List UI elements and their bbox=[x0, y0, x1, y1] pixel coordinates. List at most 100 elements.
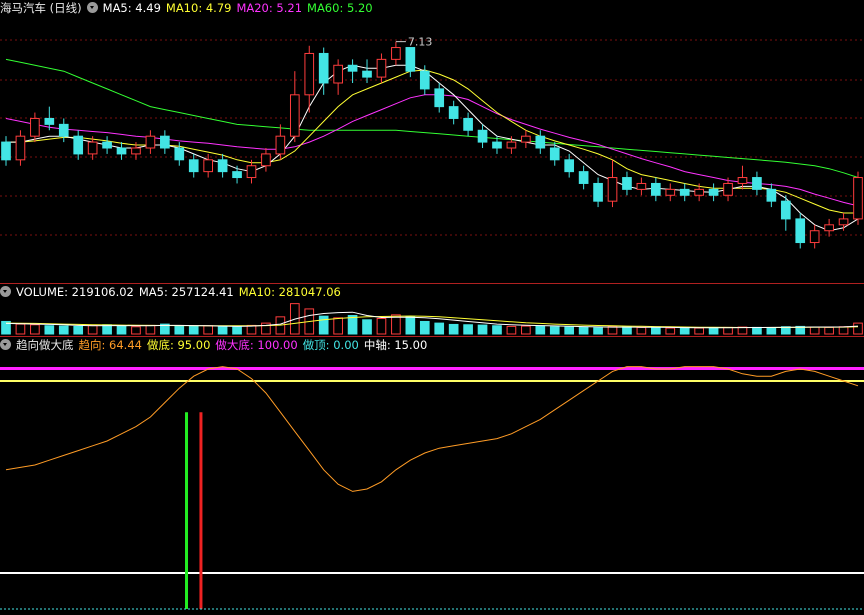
candle-body bbox=[809, 230, 820, 244]
volume-bar bbox=[15, 323, 26, 335]
candle-body bbox=[116, 147, 127, 155]
volume-bar bbox=[506, 325, 517, 335]
volume-chart bbox=[1, 303, 863, 335]
volume-bar bbox=[448, 323, 459, 335]
volume-bar bbox=[708, 327, 719, 335]
volume-bar bbox=[679, 327, 690, 335]
volume-bar bbox=[549, 326, 560, 335]
candle-body bbox=[824, 224, 834, 232]
volume-bar bbox=[838, 326, 849, 335]
volume-bar bbox=[521, 325, 531, 335]
volume-bar bbox=[30, 324, 40, 335]
volume-bar bbox=[318, 315, 329, 335]
volume-bar bbox=[362, 319, 372, 335]
volume-bar bbox=[564, 326, 575, 335]
volume-bar bbox=[347, 315, 358, 335]
candle-body bbox=[752, 177, 762, 190]
volume-bar bbox=[87, 324, 98, 335]
candle-body bbox=[318, 52, 329, 84]
candle-body bbox=[636, 182, 647, 190]
candle-body bbox=[723, 182, 733, 196]
candle-body bbox=[333, 64, 343, 84]
candle-body bbox=[679, 188, 690, 196]
candle-body bbox=[434, 88, 445, 108]
candle-body bbox=[246, 165, 257, 179]
candle-body bbox=[506, 141, 517, 149]
volume-ma5-line bbox=[5, 311, 859, 329]
candle-body bbox=[261, 153, 271, 167]
candle-body bbox=[145, 135, 156, 149]
candle-body bbox=[521, 135, 531, 143]
volume-bar bbox=[217, 326, 228, 335]
volume-bar bbox=[752, 326, 762, 335]
candle-body bbox=[304, 52, 315, 96]
candle-body bbox=[622, 177, 632, 190]
volume-bar bbox=[622, 326, 632, 335]
candle-body bbox=[203, 159, 214, 173]
candle-body bbox=[419, 70, 430, 90]
candle-body bbox=[232, 171, 242, 179]
candle-body bbox=[1, 141, 11, 161]
volume-bar bbox=[405, 316, 416, 335]
candle-body bbox=[492, 141, 502, 149]
volume-bar bbox=[116, 325, 127, 335]
candle-body bbox=[477, 129, 488, 143]
volume-bar bbox=[578, 326, 589, 335]
volume-panel: VOLUME: 219106.02 MA5: 257124.41 MA10: 281… bbox=[0, 284, 864, 336]
candle-body bbox=[188, 159, 199, 173]
candle-body bbox=[665, 188, 676, 196]
candle-body bbox=[30, 117, 40, 137]
volume-bar bbox=[145, 324, 156, 335]
candle-body bbox=[708, 188, 719, 196]
volume-bar bbox=[593, 327, 603, 335]
volume-bar bbox=[766, 327, 777, 335]
candle-body bbox=[766, 188, 777, 202]
candle-body bbox=[463, 117, 473, 131]
volume-bar bbox=[636, 326, 647, 335]
candle-body bbox=[160, 135, 170, 149]
candle-body bbox=[607, 177, 618, 202]
candle-body bbox=[102, 141, 112, 149]
indicator-panel: 趋向做大底 趋向: 64.44 做底: 95.00 做大底: 100.00 做顶: 0.… bbox=[0, 337, 864, 615]
candle-body bbox=[362, 70, 372, 78]
candle-body bbox=[73, 135, 84, 155]
high-label: 7.13 bbox=[408, 36, 433, 49]
candle-body bbox=[780, 200, 791, 220]
volume-bar bbox=[131, 326, 141, 335]
candle-body bbox=[564, 159, 575, 173]
candle-body bbox=[448, 106, 459, 119]
volume-bar bbox=[492, 325, 502, 335]
candle-body bbox=[376, 58, 387, 78]
candle-body bbox=[391, 47, 401, 60]
candle-body bbox=[694, 188, 704, 196]
volume-bar bbox=[535, 325, 546, 335]
candle-body bbox=[650, 182, 661, 196]
candle-body bbox=[58, 123, 69, 137]
price-chart: 7.13 bbox=[0, 36, 864, 249]
volume-bar bbox=[824, 326, 834, 335]
volume-bar bbox=[174, 325, 185, 335]
candle-body bbox=[593, 182, 603, 202]
volume-bar bbox=[58, 325, 69, 335]
volume-bar bbox=[333, 317, 343, 335]
candle-body bbox=[838, 218, 849, 226]
volume-bar bbox=[665, 327, 676, 335]
candle-body bbox=[131, 147, 141, 155]
volume-bar bbox=[434, 322, 445, 335]
volume-bar bbox=[102, 324, 112, 335]
volume-bar bbox=[809, 326, 820, 335]
volume-bar bbox=[853, 322, 863, 335]
candle-body bbox=[289, 94, 300, 137]
candle-body bbox=[275, 135, 286, 155]
volume-bar bbox=[477, 324, 488, 335]
candle-body bbox=[405, 47, 416, 72]
candle-body bbox=[549, 147, 560, 161]
volume-bar bbox=[232, 326, 242, 335]
volume-bar bbox=[650, 327, 661, 335]
volume-bar bbox=[246, 324, 257, 335]
volume-bar bbox=[73, 325, 84, 335]
volume-bar bbox=[44, 325, 55, 335]
candle-body bbox=[535, 135, 546, 149]
candle-body bbox=[853, 177, 863, 220]
candle-body bbox=[578, 171, 589, 184]
